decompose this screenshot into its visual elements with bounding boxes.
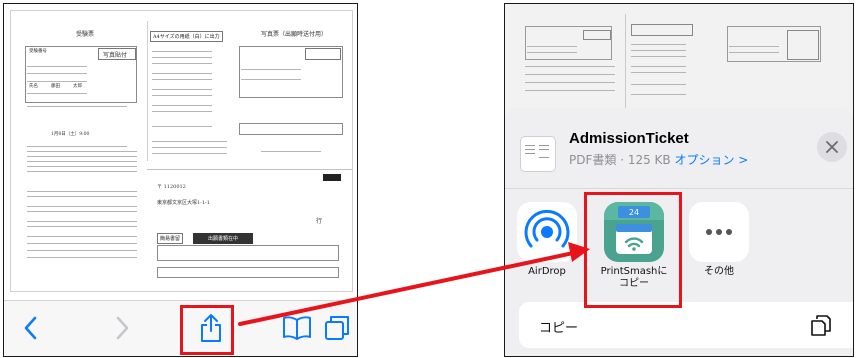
doc-postal: 〒 1120012 xyxy=(157,184,186,190)
left-phone-screen: 受験票 受験番号 写真貼付 氏名 藤田 太郎 1月8日（土）9:00 A4サイズ… xyxy=(3,3,358,357)
pdf-viewer: 受験票 受験番号 写真貼付 氏名 藤田 太郎 1月8日（土）9:00 A4サイズ… xyxy=(4,4,357,300)
more-tile[interactable] xyxy=(689,202,749,262)
doc-photo-label: 写真貼付 xyxy=(103,52,128,59)
airdrop-icon xyxy=(524,209,570,248)
airdrop-label: AirDrop xyxy=(528,266,566,277)
copy-icon xyxy=(809,313,833,337)
more-label: その他 xyxy=(704,266,734,277)
pdf-preview-background xyxy=(505,4,853,116)
printsmash-highlight xyxy=(584,192,682,308)
divider xyxy=(505,188,853,189)
options-link[interactable]: オプション > xyxy=(674,153,748,167)
doc-mail-box: 簡易書留 xyxy=(157,233,184,244)
file-subtitle: PDF書類 · 125 KB オプション > xyxy=(569,151,748,168)
forward-chevron-icon[interactable] xyxy=(107,313,137,343)
back-chevron-icon[interactable] xyxy=(16,313,46,343)
share-button-highlight xyxy=(180,305,234,355)
doc-name-label: 氏名 xyxy=(29,84,38,89)
bookmarks-icon[interactable] xyxy=(282,313,312,343)
doc-date: 1月8日（土）9:00 xyxy=(51,132,90,137)
tabs-icon[interactable] xyxy=(322,313,352,343)
doc-title-right: 写真票（出願時送付用） xyxy=(261,31,328,38)
share-sheet-header: AdmissionTicket PDF書類 · 125 KB オプション > xyxy=(505,108,853,188)
close-icon xyxy=(826,141,838,153)
doc-title-left: 受験票 xyxy=(76,31,95,38)
copy-label: コピー xyxy=(539,321,579,336)
doc-address: 東京都文京区大塚1-1-1 xyxy=(157,200,210,206)
doc-exam-label: 受験番号 xyxy=(29,49,47,54)
file-meta: PDF書類 · 125 KB xyxy=(569,153,675,167)
doc-right-photo-box xyxy=(305,48,341,60)
pdf-page: 受験票 受験番号 写真貼付 氏名 藤田 太郎 1月8日（土）9:00 A4サイズ… xyxy=(10,10,353,292)
doc-name-family: 藤田 xyxy=(51,84,60,89)
copy-action-row[interactable]: コピー xyxy=(519,302,853,348)
doc-mail-box-red: 出願書類在中 xyxy=(193,233,254,244)
doc-to: 行 xyxy=(316,218,323,225)
doc-center-box: A4サイズの用紙（白）に出力 xyxy=(150,31,223,42)
close-button[interactable] xyxy=(817,132,847,162)
file-title: AdmissionTicket xyxy=(569,130,689,147)
airdrop-tile[interactable] xyxy=(517,202,577,262)
doc-name-given: 太郎 xyxy=(73,84,82,89)
document-thumbnail xyxy=(520,136,556,172)
more-icon xyxy=(706,229,732,235)
